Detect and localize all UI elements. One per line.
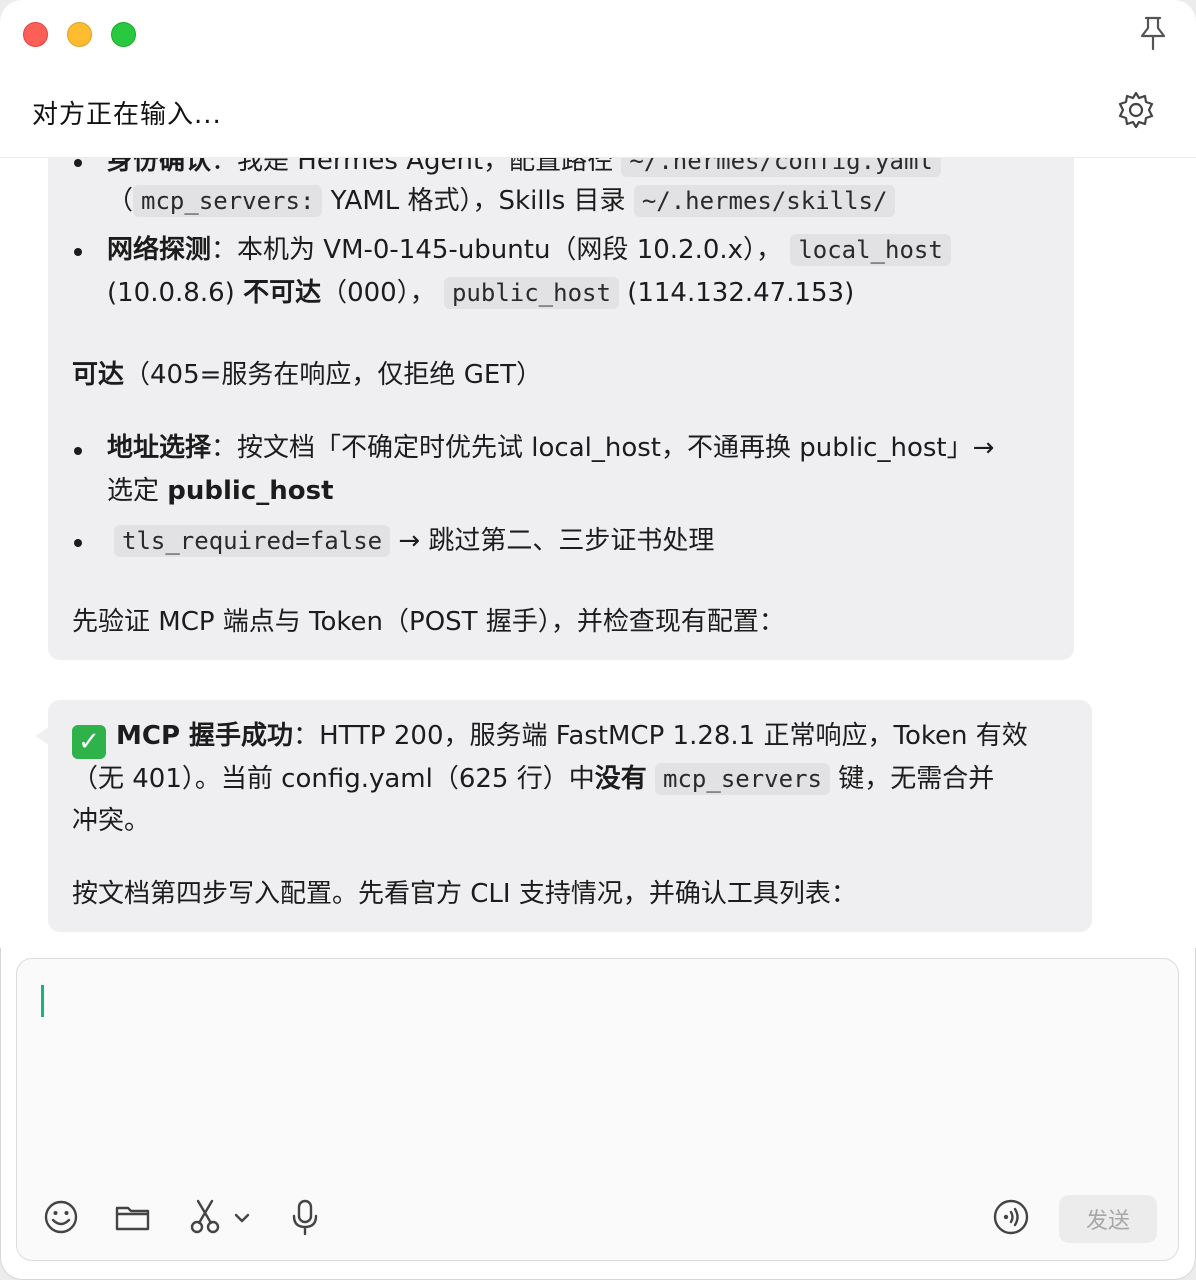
text-cursor bbox=[41, 985, 44, 1017]
zoom-window-button[interactable] bbox=[111, 22, 136, 47]
folder-icon[interactable] bbox=[113, 1197, 153, 1237]
message-line: （mcp_servers: YAML 格式），Skills 目录 ~/.herm… bbox=[107, 184, 896, 218]
message-line: 身份确认：我是 Hermes Agent，配置路径 ~/.hermes/conf… bbox=[107, 158, 941, 178]
title-bar: 对方正在输入... bbox=[0, 0, 1196, 158]
message-line: (10.0.8.6) 不可达（000）， public_host (114.13… bbox=[107, 277, 855, 309]
inline-code: mcp_servers bbox=[655, 763, 830, 795]
bullet bbox=[74, 248, 82, 256]
gear-icon[interactable] bbox=[1116, 90, 1156, 130]
inline-code: ~/.hermes/skills/ bbox=[633, 185, 896, 217]
message-line: 地址选择：按文档「不确定时优先试 local_host，不通再换 public_… bbox=[107, 433, 995, 463]
chevron-down-icon[interactable] bbox=[231, 1197, 253, 1237]
inline-code: mcp_servers: bbox=[133, 185, 323, 217]
message-line: 冲突。 bbox=[72, 806, 151, 836]
scissors-icon[interactable] bbox=[185, 1197, 225, 1237]
check-mark-icon: ✓ bbox=[72, 725, 106, 759]
message-composer[interactable]: 发送 bbox=[16, 958, 1179, 1261]
inline-code: ~/.hermes/config.yaml bbox=[621, 158, 941, 177]
inline-code: local_host bbox=[790, 234, 951, 266]
message-line: 可达（405=服务在响应，仅拒绝 GET） bbox=[72, 360, 543, 390]
pin-icon[interactable] bbox=[1136, 14, 1170, 52]
message-list[interactable]: 身份确认：我是 Hermes Agent，配置路径 ~/.hermes/conf… bbox=[0, 158, 1196, 948]
microphone-icon[interactable] bbox=[285, 1197, 325, 1237]
voice-call-icon[interactable] bbox=[991, 1197, 1031, 1237]
bullet bbox=[74, 539, 82, 547]
minimize-window-button[interactable] bbox=[67, 22, 92, 47]
message-line: 按文档第四步写入配置。先看官方 CLI 支持情况，并确认工具列表： bbox=[72, 879, 857, 909]
message-line: 网络探测：本机为 VM-0-145-ubuntu（网段 10.2.0.x）， l… bbox=[107, 233, 951, 267]
message-line: tls_required=false → 跳过第二、三步证书处理 bbox=[114, 524, 714, 558]
chat-window: 对方正在输入... 身份确认：我是 Hermes Agent，配置路径 ~/.h… bbox=[0, 0, 1196, 1280]
close-window-button[interactable] bbox=[23, 22, 48, 47]
message-line: ✓ MCP 握手成功：HTTP 200，服务端 FastMCP 1.28.1 正常… bbox=[72, 719, 1028, 759]
message-line: 先验证 MCP 端点与 Token（POST 握手），并检查现有配置： bbox=[72, 607, 785, 637]
message-line: （无 401）。当前 config.yaml（625 行）中没有 mcp_ser… bbox=[72, 763, 995, 795]
message-line: 选定 public_host bbox=[107, 476, 334, 506]
send-button[interactable]: 发送 bbox=[1059, 1195, 1157, 1243]
chat-title: 对方正在输入... bbox=[32, 100, 222, 130]
emoji-icon[interactable] bbox=[41, 1197, 81, 1237]
inline-code: tls_required=false bbox=[114, 525, 391, 557]
bullet bbox=[74, 447, 82, 455]
inline-code: public_host bbox=[443, 277, 619, 309]
bullet bbox=[74, 159, 82, 167]
